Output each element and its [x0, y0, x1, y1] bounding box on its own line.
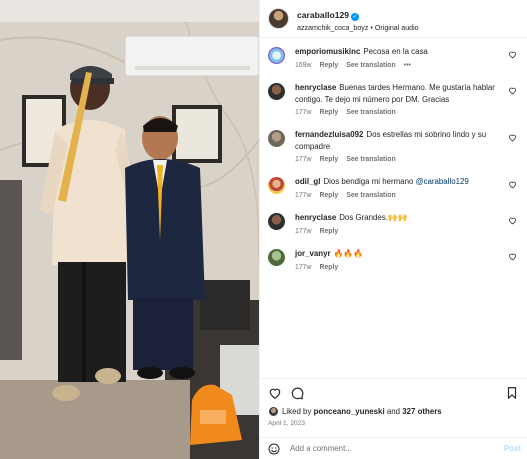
- comment-time[interactable]: 169w: [295, 62, 311, 69]
- commenter-avatar[interactable]: [268, 249, 285, 266]
- comment-time[interactable]: 177w: [295, 192, 311, 199]
- comment-text: jor_vanyr 🔥🔥🔥: [295, 248, 505, 260]
- audio-title[interactable]: Original audio: [375, 24, 419, 32]
- comment-body: henryclase Dos Grandes.🙌🙌 177w Reply: [295, 212, 505, 235]
- verified-badge-icon: ✓: [351, 13, 360, 22]
- liker-avatar[interactable]: [268, 406, 279, 417]
- likes-summary: Liked by ponceano_yuneski and 327 others: [268, 406, 519, 417]
- comment-username[interactable]: henryclase: [295, 213, 336, 222]
- heart-icon[interactable]: [508, 86, 517, 95]
- post-side-panel: caraballo129 ✓ azzamchik_coca_boyz • Origin…: [259, 0, 527, 459]
- comment-username[interactable]: odil_gl: [295, 177, 320, 186]
- comment-text: emporiomusikinc Pecosa en la casa: [295, 46, 505, 58]
- reply-button[interactable]: Reply: [319, 264, 338, 271]
- audio-separator: •: [370, 23, 373, 32]
- reply-button[interactable]: Reply: [319, 192, 338, 199]
- see-translation-button[interactable]: See translation: [346, 156, 395, 163]
- comment-meta: 177w Reply See translation: [295, 156, 505, 163]
- heart-icon[interactable]: [508, 180, 517, 189]
- likes-mid: and: [386, 407, 401, 416]
- likes-count[interactable]: 327 others: [402, 407, 441, 416]
- see-translation-button[interactable]: See translation: [346, 192, 395, 199]
- comment-meta: 177w Reply See translation: [295, 109, 505, 116]
- reply-button[interactable]: Reply: [319, 109, 338, 116]
- comment-input[interactable]: [290, 444, 480, 453]
- photo-illustration: [0, 0, 259, 459]
- post-comment-button[interactable]: Post: [504, 444, 521, 453]
- post-header-text: caraballo129 ✓ azzamchik_coca_boyz • Origin…: [297, 5, 419, 32]
- audio-user[interactable]: azzamchik_coca_boyz: [297, 24, 368, 32]
- heart-icon[interactable]: [508, 252, 517, 261]
- comment-content: Dos Grandes.🙌🙌: [339, 213, 408, 222]
- commenter-avatar[interactable]: [268, 130, 285, 147]
- post-date[interactable]: April 1, 2023: [268, 420, 305, 427]
- reply-button[interactable]: Reply: [319, 62, 338, 69]
- comment-time[interactable]: 177w: [295, 156, 311, 163]
- comment-item: emporiomusikinc Pecosa en la casa 169w Re…: [268, 46, 519, 69]
- bookmark-icon[interactable]: [505, 386, 519, 400]
- audio-row: azzamchik_coca_boyz • Original audio: [297, 24, 419, 32]
- heart-icon[interactable]: [508, 216, 517, 225]
- comment-composer: Post: [260, 437, 527, 459]
- comment-item: henryclase Dos Grandes.🙌🙌 177w Reply: [268, 212, 519, 235]
- comment-content: Pecosa en la casa: [363, 47, 428, 56]
- post-header: caraballo129 ✓ azzamchik_coca_boyz • Origin…: [260, 0, 527, 38]
- comment-username[interactable]: jor_vanyr: [295, 249, 331, 258]
- heart-icon[interactable]: [508, 50, 517, 59]
- comment-meta: 177w Reply See translation: [295, 192, 505, 199]
- heart-icon[interactable]: [508, 133, 517, 142]
- comment-text: henryclase Buenas tardes Hermano. Me gust…: [295, 82, 505, 105]
- comment-time[interactable]: 177w: [295, 109, 311, 116]
- see-translation-button[interactable]: See translation: [346, 62, 395, 69]
- post-photo[interactable]: [0, 0, 259, 459]
- emoji-smile-icon[interactable]: [268, 443, 280, 455]
- more-options-icon[interactable]: •••: [404, 62, 411, 69]
- mention-link[interactable]: @caraballo129: [416, 177, 469, 186]
- comment-meta: 169w Reply See translation •••: [295, 62, 505, 69]
- comment-item: henryclase Buenas tardes Hermano. Me gust…: [268, 82, 519, 116]
- author-avatar[interactable]: [268, 8, 289, 29]
- reply-button[interactable]: Reply: [319, 156, 338, 163]
- post-actions-bar: [260, 378, 527, 406]
- reply-button[interactable]: Reply: [319, 228, 338, 235]
- comment-body: jor_vanyr 🔥🔥🔥 177w Reply: [295, 248, 505, 271]
- author-username[interactable]: caraballo129: [297, 10, 349, 20]
- comment-username[interactable]: fernandezluisa092: [295, 130, 363, 139]
- comment-item: odil_gl Dios bendiga mi hermano @caraball…: [268, 176, 519, 199]
- likes-prefix: Liked by: [282, 407, 312, 416]
- comment-text: fernandezluisa092 Dos estrellas mi sobrin…: [295, 129, 505, 152]
- comment-body: fernandezluisa092 Dos estrellas mi sobrin…: [295, 129, 505, 163]
- comment-item: fernandezluisa092 Dos estrellas mi sobrin…: [268, 129, 519, 163]
- liker-username[interactable]: ponceano_yuneski: [314, 407, 385, 416]
- see-translation-button[interactable]: See translation: [346, 109, 395, 116]
- comment-text: henryclase Dos Grandes.🙌🙌: [295, 212, 505, 224]
- comment-meta: 177w Reply: [295, 228, 505, 235]
- heart-icon[interactable]: [268, 386, 282, 400]
- comment-text: odil_gl Dios bendiga mi hermano @caraball…: [295, 176, 505, 188]
- comment-item: jor_vanyr 🔥🔥🔥 177w Reply: [268, 248, 519, 271]
- comments-list[interactable]: emporiomusikinc Pecosa en la casa 169w Re…: [260, 38, 527, 378]
- comment-time[interactable]: 177w: [295, 228, 311, 235]
- comment-username[interactable]: henryclase: [295, 83, 336, 92]
- comment-content: 🔥🔥🔥: [333, 249, 364, 258]
- comment-meta: 177w Reply: [295, 264, 505, 271]
- comment-time[interactable]: 177w: [295, 264, 311, 271]
- commenter-avatar[interactable]: [268, 83, 285, 100]
- commenter-avatar[interactable]: [268, 177, 285, 194]
- comment-body: odil_gl Dios bendiga mi hermano @caraball…: [295, 176, 505, 199]
- comment-body: emporiomusikinc Pecosa en la casa 169w Re…: [295, 46, 505, 69]
- comment-body: henryclase Buenas tardes Hermano. Me gust…: [295, 82, 505, 116]
- comment-content: Dios bendiga mi hermano: [323, 177, 414, 186]
- commenter-avatar[interactable]: [268, 213, 285, 230]
- comment-username[interactable]: emporiomusikinc: [295, 47, 360, 56]
- commenter-avatar[interactable]: [268, 47, 285, 64]
- comment-bubble-icon[interactable]: [290, 386, 304, 400]
